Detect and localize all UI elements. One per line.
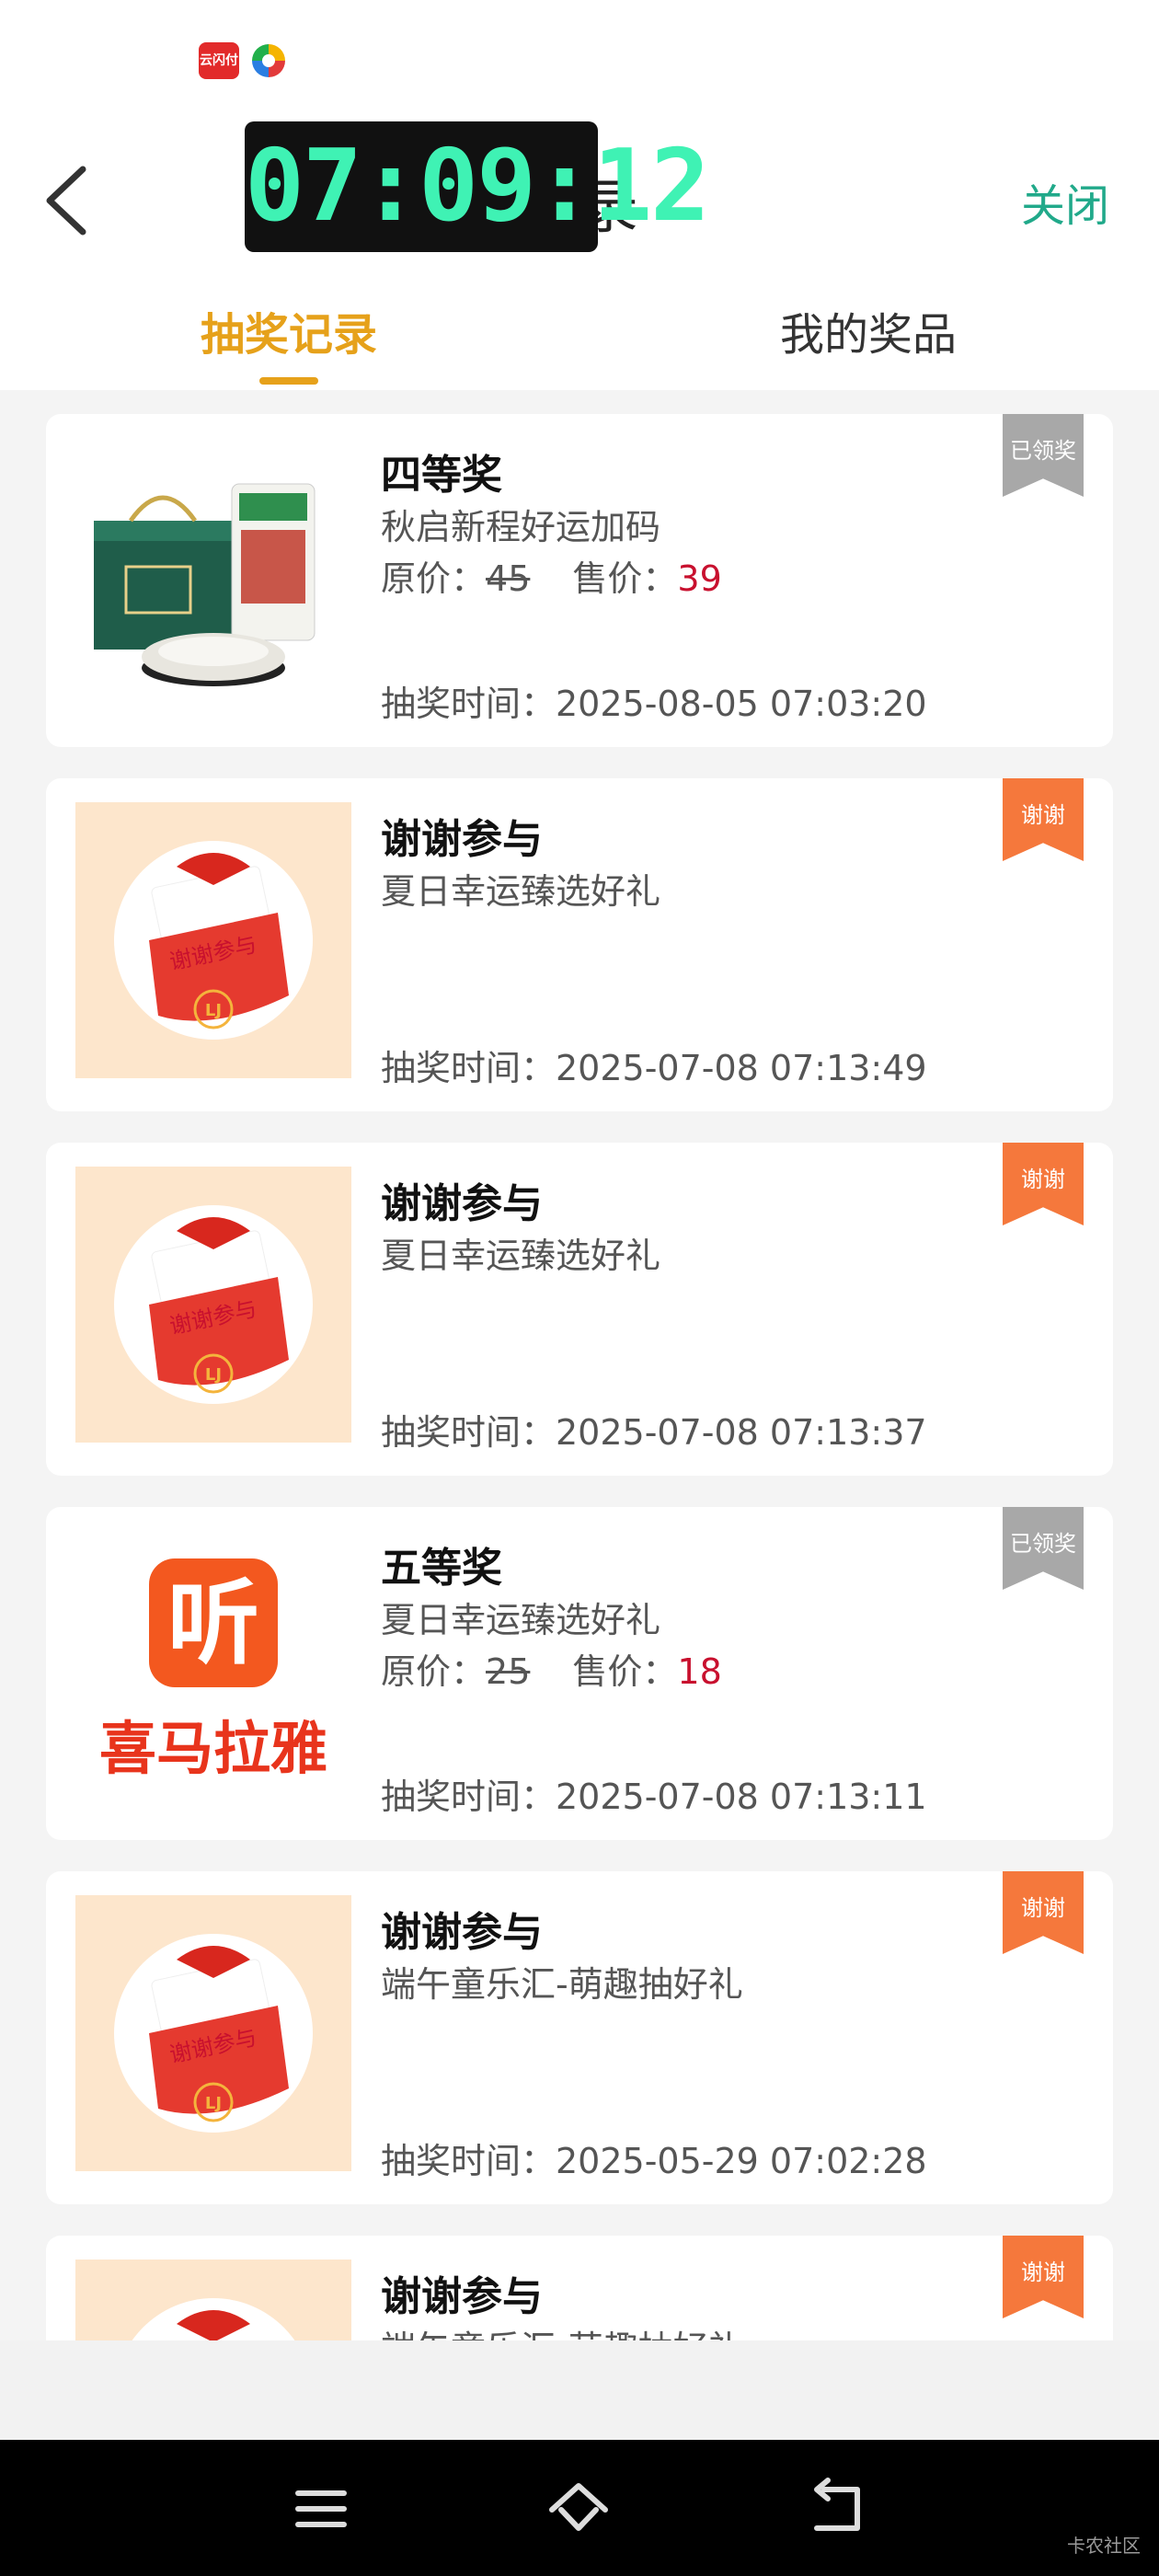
tab-active-indicator xyxy=(259,377,318,385)
svg-text:LJ: LJ xyxy=(205,1001,222,1020)
activity-name: 夏日幸运臻选好礼 xyxy=(381,1600,661,1640)
activity-name: 夏日幸运臻选好礼 xyxy=(381,1236,661,1276)
prize-name: 谢谢参与 xyxy=(381,2273,543,2320)
record-card[interactable]: 谢谢参与 LJ 谢谢参与 夏日幸运臻选好礼 抽奖时间：2025-07-08 07… xyxy=(46,1143,1113,1476)
prize-name: 四等奖 xyxy=(381,452,502,499)
status-badge: 谢谢 xyxy=(1003,778,1084,861)
svg-text:LJ: LJ xyxy=(205,1365,222,1385)
prize-name: 谢谢参与 xyxy=(381,816,543,863)
original-price-label: 原价： xyxy=(381,1651,487,1692)
prize-thumbnail: 谢谢参与 LJ xyxy=(75,802,351,1078)
record-card[interactable]: 谢谢参与 LJ 谢谢参与 端午童乐汇-萌趣抽好礼 抽奖时间：2025-05-29… xyxy=(46,1871,1113,2204)
original-price-label: 原价： xyxy=(381,558,487,599)
price-row: 原价：25 售价：18 xyxy=(381,1643,722,1694)
draw-time: 抽奖时间：2025-05-29 07:02:28 xyxy=(381,2141,927,2181)
draw-time: 抽奖时间：2025-07-08 07:13:49 xyxy=(381,1048,927,1088)
tab-lottery-records[interactable]: 抽奖记录 xyxy=(201,298,377,362)
ximalaya-logo: 听 喜马拉雅 xyxy=(99,1558,327,1782)
sale-price: 39 xyxy=(677,558,722,599)
floating-clock: 07:09:12 xyxy=(245,121,710,252)
record-list[interactable]: 四等奖 秋启新程好运加码 原价：45 售价：39 抽奖时间：2025-08-05 … xyxy=(0,390,1159,2340)
notification-app-icon: 云闪付 xyxy=(199,42,239,79)
home-icon[interactable] xyxy=(546,2477,611,2541)
svg-text:听: 听 xyxy=(167,1570,259,1677)
flour-giftbox-image xyxy=(94,483,316,686)
status-badge: 已领奖 xyxy=(1003,1507,1084,1590)
thanks-envelope-image: 谢谢参与 LJ xyxy=(114,1934,313,2133)
record-card[interactable]: 四等奖 秋启新程好运加码 原价：45 售价：39 抽奖时间：2025-08-05 … xyxy=(46,414,1113,747)
prize-name: 谢谢参与 xyxy=(381,1180,543,1227)
thanks-envelope-image: 谢谢参与 LJ xyxy=(114,1205,313,1404)
prize-thumbnail xyxy=(75,438,351,714)
menu-icon[interactable] xyxy=(289,2477,353,2541)
tab-my-prizes[interactable]: 我的奖品 xyxy=(780,298,957,362)
sale-price-label: 售价： xyxy=(572,558,678,599)
prize-thumbnail: 谢谢参与 LJ xyxy=(75,1167,351,1443)
prize-thumbnail: 谢谢参与 LJ xyxy=(75,1895,351,2171)
close-button[interactable]: 关闭 xyxy=(1021,169,1109,234)
thanks-envelope-image xyxy=(132,2298,295,2340)
sale-price-label: 售价： xyxy=(572,1651,678,1692)
draw-time: 抽奖时间：2025-08-05 07:03:20 xyxy=(381,684,927,724)
record-card[interactable]: 谢谢参与 LJ 谢谢参与 夏日幸运臻选好礼 抽奖时间：2025-07-08 07… xyxy=(46,778,1113,1111)
back-icon[interactable] xyxy=(806,2477,870,2541)
activity-name: 端午童乐汇-萌趣抽好礼 xyxy=(381,1964,743,2005)
original-price: 25 xyxy=(486,1651,531,1692)
status-badge: 谢谢 xyxy=(1003,1871,1084,1954)
activity-name: 端午童乐汇-萌趣抽好礼 xyxy=(381,2320,743,2340)
draw-time: 抽奖时间：2025-07-08 07:13:37 xyxy=(381,1412,927,1453)
draw-time: 抽奖时间：2025-07-08 07:13:11 xyxy=(381,1777,927,1817)
status-badge: 谢谢 xyxy=(1003,2236,1084,2318)
notification-app-icon-2 xyxy=(252,44,285,77)
activity-name: 夏日幸运臻选好礼 xyxy=(381,871,661,912)
status-badge: 谢谢 xyxy=(1003,1143,1084,1225)
status-bar: 云闪付 xyxy=(0,0,1159,129)
record-card[interactable]: 听 喜马拉雅 五等奖 夏日幸运臻选好礼 原价：25 售价：18 抽奖时间：2025… xyxy=(46,1507,1113,1840)
prize-thumbnail xyxy=(75,2260,351,2340)
activity-name: 秋启新程好运加码 xyxy=(381,507,661,547)
system-nav-bar: 卡农社区 xyxy=(0,2440,1159,2576)
prize-name: 谢谢参与 xyxy=(381,1909,543,1956)
status-badge: 已领奖 xyxy=(1003,414,1084,497)
sale-price: 18 xyxy=(677,1651,722,1692)
original-price: 45 xyxy=(486,558,531,599)
record-card[interactable]: 谢谢参与 端午童乐汇-萌趣抽好礼 谢谢 xyxy=(46,2236,1113,2340)
bottom-spacer xyxy=(0,2340,1159,2440)
svg-text:LJ: LJ xyxy=(205,2094,222,2113)
watermark: 卡农社区 xyxy=(1067,2535,1141,2557)
prize-name: 五等奖 xyxy=(381,1545,502,1592)
svg-text:喜马拉雅: 喜马拉雅 xyxy=(99,1715,327,1782)
prize-thumbnail: 听 喜马拉雅 xyxy=(75,1531,351,1807)
thanks-envelope-image: 谢谢参与 LJ xyxy=(114,841,313,1040)
tab-bar: 抽奖记录 我的奖品 xyxy=(0,276,1159,390)
price-row: 原价：45 售价：39 xyxy=(381,550,722,601)
